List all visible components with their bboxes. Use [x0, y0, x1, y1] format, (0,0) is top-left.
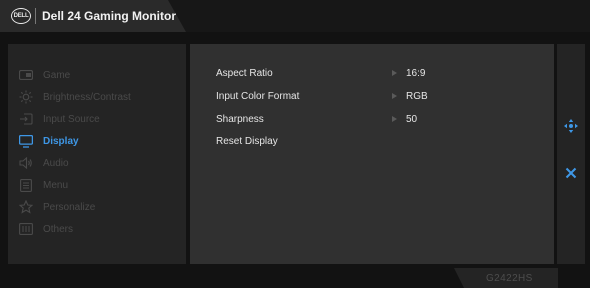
sidebar-item-label: Game: [43, 69, 71, 81]
sharpness-label: Sharpness: [216, 114, 264, 125]
sharpness-row[interactable]: Sharpness 50: [216, 114, 546, 130]
sidebar-item-brightness-contrast[interactable]: Brightness/Contrast: [18, 88, 183, 106]
monitor-title: Dell 24 Gaming Monitor: [42, 9, 177, 23]
osd-frame: DELL Dell 24 Gaming Monitor Game Brightn…: [0, 0, 590, 288]
input-color-format-row[interactable]: Input Color Format RGB: [216, 91, 546, 107]
menu-icon: [18, 178, 34, 192]
logo-text: DELL: [13, 13, 29, 19]
sidebar-item-label: Personalize: [43, 201, 96, 213]
reset-display-row[interactable]: Reset Display: [216, 136, 546, 152]
aspect-ratio-label: Aspect Ratio: [216, 68, 273, 79]
aspect-ratio-value: 16:9: [406, 68, 426, 79]
input-color-format-value: RGB: [406, 91, 428, 102]
display-settings-panel: Aspect Ratio 16:9 Input Color Format RGB…: [190, 44, 554, 264]
joystick-guide: [557, 44, 585, 264]
osd-main: Game Brightness/Contrast Input Source Di…: [8, 44, 585, 264]
input-source-icon: [18, 112, 34, 126]
sidebar-item-menu[interactable]: Menu: [18, 176, 183, 194]
sidebar-item-others[interactable]: Others: [18, 220, 183, 238]
title-divider: [35, 8, 36, 24]
sidebar-item-label: Display: [43, 135, 79, 147]
sidebar-item-label: Audio: [43, 157, 69, 169]
others-icon: [18, 222, 34, 236]
navigate-icon[interactable]: [564, 119, 578, 133]
reset-display-label: Reset Display: [216, 136, 278, 147]
brightness-icon: [18, 90, 34, 104]
sidebar-item-personalize[interactable]: Personalize: [18, 198, 183, 216]
sidebar-item-audio[interactable]: Audio: [18, 154, 183, 172]
arrow-right-icon: [392, 93, 397, 99]
sidebar-item-display[interactable]: Display: [18, 132, 183, 150]
sidebar-item-label: Input Source: [43, 113, 100, 125]
game-icon: [18, 68, 34, 82]
close-icon[interactable]: [565, 166, 577, 179]
sidebar: Game Brightness/Contrast Input Source Di…: [8, 44, 186, 264]
model-name: G2422HS: [486, 273, 533, 284]
sharpness-value: 50: [406, 114, 418, 125]
input-color-format-label: Input Color Format: [216, 91, 300, 102]
star-icon: [18, 200, 34, 214]
arrow-right-icon: [392, 116, 397, 122]
sidebar-item-label: Menu: [43, 179, 69, 191]
display-icon: [18, 134, 34, 148]
dell-logo: DELL: [11, 8, 31, 24]
sidebar-item-game[interactable]: Game: [18, 66, 183, 84]
sidebar-item-label: Brightness/Contrast: [43, 91, 131, 103]
header-tab: DELL Dell 24 Gaming Monitor: [0, 0, 186, 32]
arrow-right-icon: [392, 70, 397, 76]
osd-header: DELL Dell 24 Gaming Monitor: [0, 0, 590, 32]
aspect-ratio-row[interactable]: Aspect Ratio 16:9: [216, 68, 546, 84]
sidebar-item-input-source[interactable]: Input Source: [18, 110, 183, 128]
audio-icon: [18, 156, 34, 170]
sidebar-item-label: Others: [43, 223, 74, 235]
